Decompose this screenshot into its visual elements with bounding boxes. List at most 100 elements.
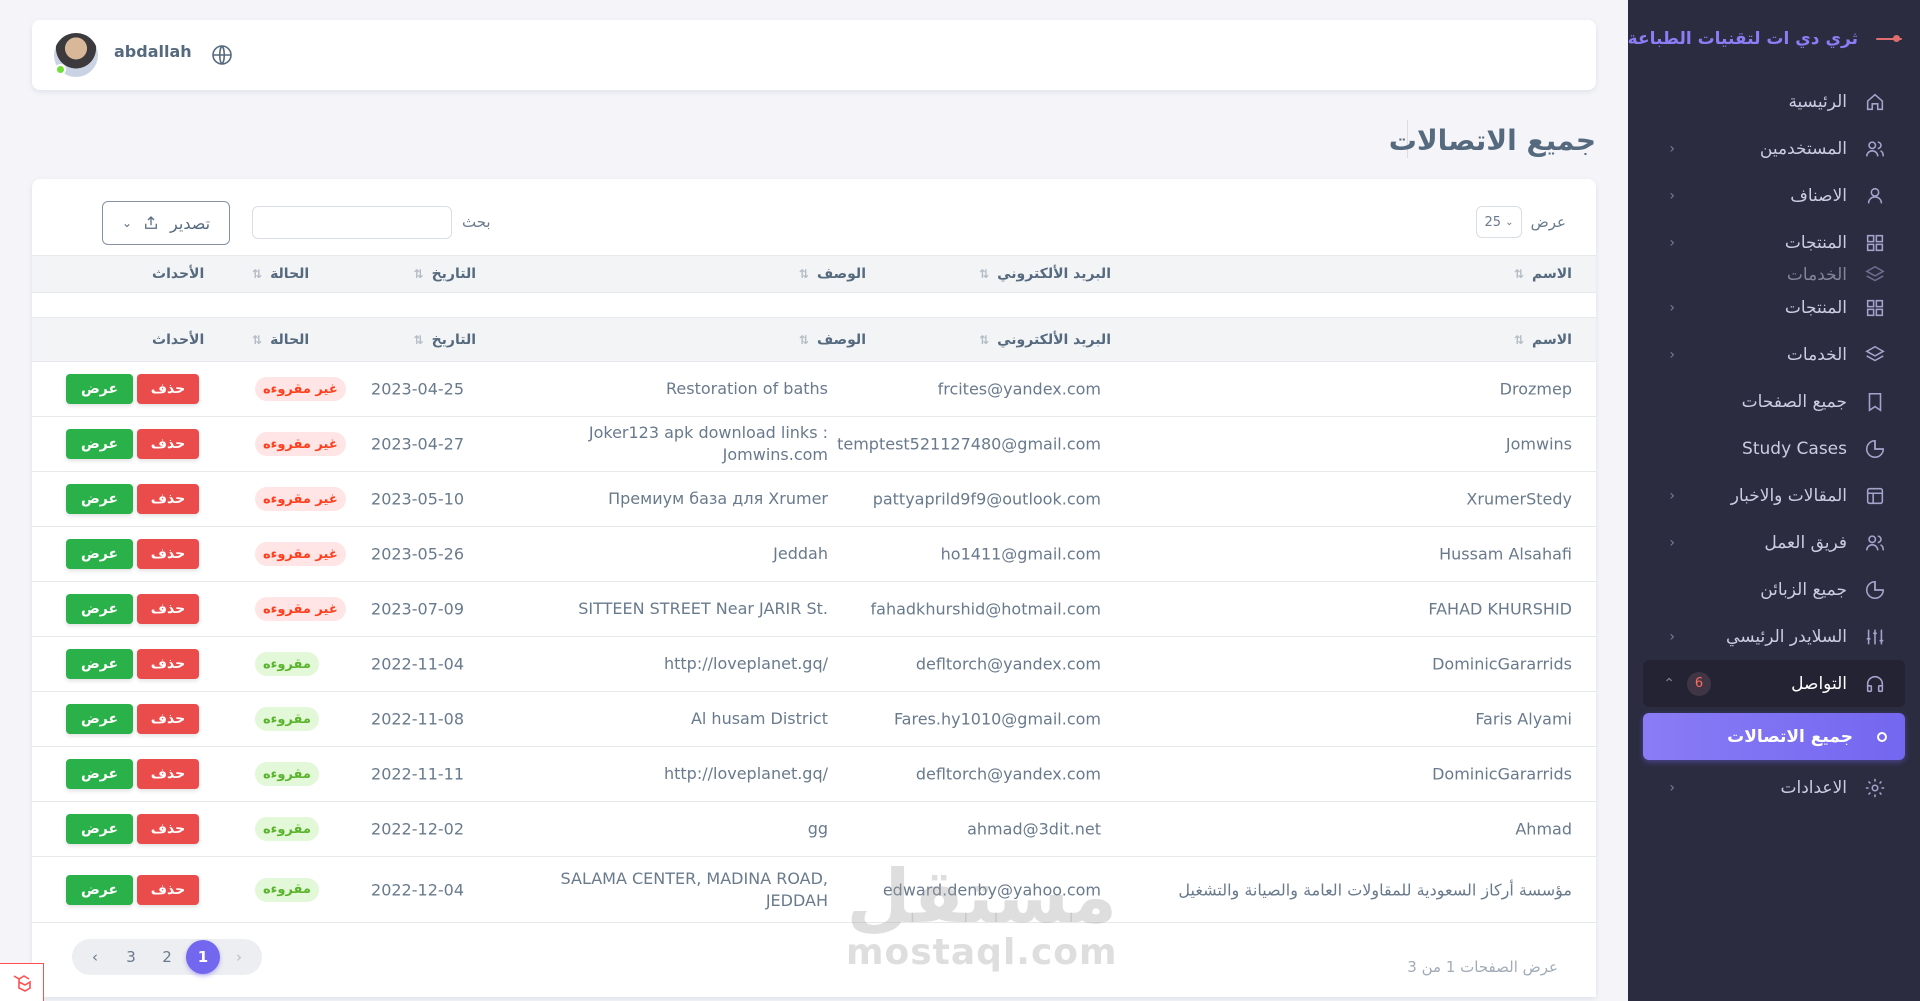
- sort-icon: ⇅: [252, 267, 263, 281]
- th-name[interactable]: الاسم ⇅: [1514, 266, 1572, 282]
- users-icon: [1863, 137, 1887, 161]
- globe-icon[interactable]: [210, 43, 234, 67]
- page-size-value: 25: [1484, 214, 1501, 230]
- view-button[interactable]: عرض: [66, 704, 133, 734]
- pagination-page-active[interactable]: 1: [186, 940, 220, 974]
- sidebar-item-label: المقالات والاخبار: [1730, 485, 1847, 506]
- th-status[interactable]: الحالة ⇅: [252, 332, 309, 348]
- sidebar-item[interactable]: التواصل 6 ⌃: [1643, 660, 1905, 707]
- th-email[interactable]: البريد الألكتروني ⇅: [979, 332, 1111, 348]
- pagination-prev[interactable]: ‹: [78, 940, 112, 974]
- sidebar-item[interactable]: الخدمات: [1643, 266, 1905, 284]
- view-button[interactable]: عرض: [66, 539, 133, 569]
- pagination-info: عرض الصفحات 1 من 3: [1407, 958, 1558, 976]
- delete-button[interactable]: حذف: [137, 484, 199, 514]
- th-name-label: الاسم: [1532, 331, 1572, 348]
- delete-button[interactable]: حذف: [137, 594, 199, 624]
- sidebar-item[interactable]: جميع الصفحات: [1643, 378, 1905, 425]
- chevron-left-icon: ‹: [1669, 234, 1675, 251]
- view-button[interactable]: عرض: [66, 874, 133, 905]
- sidebar-item-label: السلايدر الرئيسي: [1726, 626, 1847, 647]
- status-badge: غير مقروءه: [255, 487, 346, 511]
- view-button[interactable]: عرض: [66, 484, 133, 514]
- view-button[interactable]: عرض: [66, 759, 133, 789]
- brand[interactable]: ثري دي ات لتقنيات الطباعة ثلاثية الأبعاد: [1628, 0, 1920, 78]
- th-status-label: الحالة: [270, 331, 310, 348]
- cell-email: defltorch@yandex.com: [915, 764, 1101, 784]
- cell-date: 2022-11-04: [371, 654, 464, 674]
- chevron-left-icon: ‹: [1669, 534, 1675, 551]
- sidebar-item[interactable]: المنتجات ‹: [1643, 219, 1905, 266]
- cell-name: Ahmad: [1515, 819, 1572, 839]
- cell-description: SALAMA CENTER, MADINA ROAD, JEDDAH: [560, 868, 828, 910]
- page-size-select[interactable]: 25 ⌄: [1476, 206, 1522, 238]
- sidebar-item[interactable]: Study Cases: [1643, 425, 1905, 472]
- view-button[interactable]: عرض: [66, 649, 133, 679]
- th-status[interactable]: الحالة ⇅: [252, 266, 309, 282]
- row-actions: عرض حذف: [66, 759, 199, 789]
- sidebar-subitem-active[interactable]: جميع الاتصالات: [1643, 713, 1905, 760]
- th-desc[interactable]: الوصف ⇅: [799, 332, 866, 348]
- pagination-page[interactable]: 3: [114, 940, 148, 974]
- sidebar-item[interactable]: السلايدر الرئيسي ‹: [1643, 613, 1905, 660]
- sidebar-item-label: الرئيسية: [1788, 91, 1847, 112]
- delete-button[interactable]: حذف: [137, 649, 199, 679]
- status-badge: مقروءه: [255, 707, 319, 731]
- delete-button[interactable]: حذف: [137, 814, 199, 844]
- cell-date: 2022-11-11: [371, 764, 464, 784]
- th-email-label: البريد الألكتروني: [997, 266, 1111, 282]
- delete-button[interactable]: حذف: [137, 704, 199, 734]
- view-button[interactable]: عرض: [66, 814, 133, 844]
- row-actions: عرض حذف: [66, 704, 199, 734]
- cell-email: pattyaprild9f9@outlook.com: [872, 489, 1101, 509]
- sidebar-item[interactable]: الاصناف ‹: [1643, 172, 1905, 219]
- sidebar: ثري دي ات لتقنيات الطباعة ثلاثية الأبعاد…: [1628, 0, 1920, 1001]
- row-actions: عرض حذف: [66, 374, 199, 404]
- cell-date: 2022-11-08: [371, 709, 464, 729]
- table-toolbar: تصدير ⌄ بحث عرض 25 ⌄: [32, 179, 1596, 255]
- table-row: XrumerStedy pattyaprild9f9@outlook.com Пре…: [32, 472, 1596, 527]
- sidebar-item[interactable]: المستخدمين ‹: [1643, 125, 1905, 172]
- status-badge: غير مقروءه: [255, 432, 346, 456]
- sidebar-item[interactable]: المنتجات ‹: [1643, 284, 1905, 331]
- view-button[interactable]: عرض: [66, 374, 133, 404]
- delete-button[interactable]: حذف: [137, 429, 199, 459]
- table-row: Jomwins temptest521127480@gmail.com Joker1…: [32, 417, 1596, 472]
- th-name[interactable]: الاسم ⇅: [1514, 332, 1572, 348]
- sidebar-item[interactable]: الاعدادات ‹: [1643, 764, 1905, 811]
- sidebar-item[interactable]: فريق العمل ‹: [1643, 519, 1905, 566]
- sidebar-item[interactable]: المقالات والاخبار ‹: [1643, 472, 1905, 519]
- delete-button[interactable]: حذف: [137, 539, 199, 569]
- row-actions: عرض حذف: [66, 484, 199, 514]
- sort-icon: ⇅: [252, 332, 263, 347]
- view-button[interactable]: عرض: [66, 594, 133, 624]
- chevron-left-icon: ‹: [1669, 487, 1675, 504]
- cell-name: DominicGararrids: [1432, 654, 1572, 674]
- delete-button[interactable]: حذف: [137, 374, 199, 404]
- status-badge: غير مقروءه: [255, 597, 346, 621]
- view-button[interactable]: عرض: [66, 429, 133, 459]
- search-input[interactable]: [252, 206, 452, 239]
- brand-name: ثري دي ات لتقنيات الطباعة ثلاثية الأبعاد: [1628, 29, 1858, 49]
- pagination-page[interactable]: 2: [150, 940, 184, 974]
- table-row: Drozmep frcites@yandex.com Restoration of …: [32, 362, 1596, 417]
- sidebar-item[interactable]: جميع الزبائن: [1643, 566, 1905, 613]
- th-email[interactable]: البريد الألكتروني ⇅: [979, 266, 1111, 282]
- sidebar-item[interactable]: الرئيسية: [1643, 78, 1905, 125]
- table-header: الاسم ⇅ البريد الألكتروني ⇅ الوصف ⇅ التاريخ…: [32, 317, 1596, 362]
- sidebar-item-label: جميع الزبائن: [1760, 579, 1847, 600]
- cell-description: Al husam District: [690, 709, 828, 728]
- export-button[interactable]: تصدير ⌄: [102, 201, 230, 245]
- avatar[interactable]: [54, 33, 98, 77]
- th-date[interactable]: التاريخ ⇅: [414, 332, 477, 348]
- cell-description: gg: [807, 819, 828, 838]
- sidebar-item[interactable]: الخدمات ‹: [1643, 331, 1905, 378]
- delete-button[interactable]: حذف: [137, 874, 199, 905]
- cell-date: 2022-12-02: [371, 819, 464, 839]
- th-date[interactable]: التاريخ ⇅: [414, 266, 477, 282]
- pagination-next[interactable]: ›: [222, 940, 256, 974]
- delete-button[interactable]: حذف: [137, 759, 199, 789]
- laravel-debug-icon[interactable]: [0, 963, 44, 1001]
- sort-icon: ⇅: [979, 332, 990, 347]
- th-desc[interactable]: الوصف ⇅: [799, 266, 866, 282]
